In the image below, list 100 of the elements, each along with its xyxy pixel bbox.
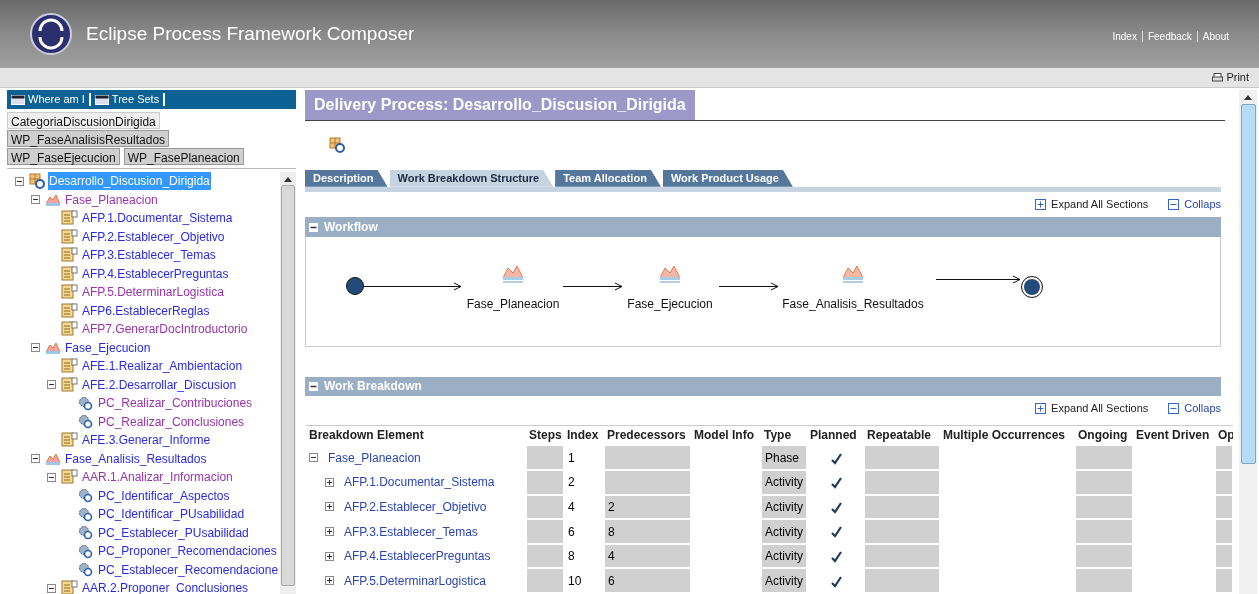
tree-item[interactable]: PC_Establecer_PUsabilidad <box>97 523 250 542</box>
tree-item[interactable]: AAR.2.Proponer_Conclusiones <box>81 579 250 594</box>
table-cell: Phase <box>765 450 800 465</box>
tree-item[interactable]: Fase_Analisis_Resultados <box>64 449 208 468</box>
column-header: Index <box>564 425 604 446</box>
phase-label: Fase_Planeacion <box>466 295 560 313</box>
tree-set-button[interactable]: WP_FasePlaneacion <box>123 148 244 165</box>
collapse-all-link[interactable]: Collaps <box>1168 196 1221 213</box>
tree-item[interactable]: PC_Proponer_Recomendaciones <box>97 542 278 561</box>
collapse-icon[interactable] <box>47 583 56 593</box>
collapse-icon[interactable] <box>31 454 40 464</box>
collapse-icon[interactable] <box>47 380 56 390</box>
arrow <box>563 281 623 291</box>
collapse-icon[interactable] <box>47 472 56 482</box>
expand-icon <box>1035 199 1047 211</box>
tree-item[interactable]: AFP.3.Establecer_Temas <box>81 246 217 265</box>
gear-icon <box>77 395 94 411</box>
column-header: Event Driven <box>1133 425 1215 446</box>
expand-icon[interactable] <box>325 477 334 487</box>
phase-icon <box>45 340 61 355</box>
tab[interactable]: Team Allocation <box>555 169 661 187</box>
expand-icon[interactable] <box>325 551 334 561</box>
tree-item[interactable]: AFE.2.Desarrollar_Discusion <box>81 375 238 394</box>
tree-item[interactable]: AFP7.GenerarDocIntroductorio <box>81 320 249 339</box>
activity-icon <box>61 358 78 375</box>
gear-icon <box>77 562 94 578</box>
table-cell: Activity <box>765 475 803 490</box>
collapse-icon <box>1168 199 1180 211</box>
activity-icon <box>61 376 78 393</box>
phase-label: Fase_Analisis_Resultados <box>782 295 924 313</box>
column-header: Model Info <box>691 425 761 446</box>
tree-item[interactable]: PC_Realizar_Conclusiones <box>97 412 246 431</box>
print-button[interactable]: Print <box>1212 69 1249 86</box>
activity-icon <box>61 469 78 486</box>
expand-icon[interactable] <box>325 527 334 536</box>
expand-icon <box>1035 403 1047 415</box>
nav-tab[interactable]: Where am I <box>11 91 85 108</box>
nav-tab[interactable]: Tree Sets <box>94 91 160 108</box>
activity-icon <box>61 432 78 449</box>
phase-label: Fase_Ejecucion <box>627 295 713 313</box>
tree-set-button[interactable]: CategoriaDiscusionDirigida <box>7 112 160 129</box>
table-cell: 2 <box>568 475 575 490</box>
table-cell: 8 <box>608 524 615 539</box>
collapse-icon[interactable] <box>309 453 318 463</box>
table-cell: 8 <box>568 549 575 564</box>
expand-all-link[interactable]: Expand All Sections <box>1035 400 1149 417</box>
table-cell: Activity <box>765 549 803 564</box>
collapse-icon[interactable] <box>309 222 318 232</box>
collapse-icon[interactable] <box>309 381 318 391</box>
expand-all-link[interactable]: Expand All Sections <box>1035 196 1149 213</box>
scroll-up-icon[interactable] <box>284 177 292 182</box>
end-node <box>1021 275 1043 298</box>
arrow <box>719 281 779 291</box>
scrollbar[interactable] <box>280 172 296 594</box>
tree-item[interactable]: PC_Realizar_Contribuciones <box>97 394 254 413</box>
column-header: Planned <box>807 425 864 446</box>
collapse-all-link[interactable]: Collaps <box>1168 400 1221 417</box>
tree-item[interactable]: PC_Identificar_PUsabilidad <box>97 505 246 524</box>
column-header: Multiple Occurrences <box>940 425 1075 446</box>
tree-item[interactable]: AAR.1.Analizar_Informacion <box>81 468 234 487</box>
table-cell: 4 <box>568 499 575 514</box>
printer-icon <box>1212 72 1224 83</box>
column-header: Predecessors <box>604 425 691 446</box>
tree-item[interactable]: Fase_Ejecucion <box>64 338 152 357</box>
scroll-up-icon[interactable] <box>1244 95 1252 100</box>
activity-icon <box>61 265 78 282</box>
tree-item[interactable]: AFP.5.DeterminarLogistica <box>81 283 225 302</box>
gear-icon <box>77 525 94 541</box>
tree-item[interactable]: AFP.4.EstablecerPreguntas <box>81 264 230 283</box>
tree-item[interactable]: PC_Identificar_Aspectos <box>97 486 231 505</box>
collapse-icon[interactable] <box>31 343 40 353</box>
gear-icon <box>77 488 94 504</box>
column-header: Type <box>761 425 807 446</box>
phase-icon <box>45 451 61 466</box>
tree-item[interactable]: PC_Establecer_Recomendacione <box>97 560 280 579</box>
scrollbar[interactable] <box>1239 90 1257 594</box>
column-header: Repeatable <box>864 425 940 446</box>
tree-item[interactable]: AFP.2.Establecer_Objetivo <box>81 227 226 246</box>
tab[interactable]: Work Product Usage <box>662 169 793 187</box>
tree-item[interactable]: AFP.1.Documentar_Sistema <box>81 209 234 228</box>
process-icon <box>29 173 45 190</box>
table-cell: 6 <box>608 573 615 588</box>
tree-item[interactable]: AFE.1.Realizar_Ambientacion <box>81 357 244 376</box>
gear-icon <box>77 506 94 522</box>
activity-icon <box>61 210 78 227</box>
tree-item[interactable]: AFP6.EstablecerReglas <box>81 301 211 320</box>
activity-icon <box>61 284 78 301</box>
tree-set-button[interactable]: WP_FaseAnalisisResultados <box>7 130 170 147</box>
expand-icon[interactable] <box>325 502 334 512</box>
tree-item[interactable]: AFE.3.Generar_Informe <box>81 431 212 450</box>
tree-item[interactable]: Fase_Planeacion <box>64 190 159 209</box>
tab[interactable]: Description <box>305 169 388 187</box>
collapse-icon[interactable] <box>15 176 24 186</box>
expand-icon[interactable] <box>325 576 334 586</box>
tree-set-button[interactable]: WP_FaseEjecucion <box>7 148 120 165</box>
activity-icon <box>61 321 78 338</box>
collapse-icon[interactable] <box>31 195 40 205</box>
logo-icon <box>30 13 72 55</box>
tab[interactable]: Work Breakdown Structure <box>389 169 554 187</box>
table-cell: Activity <box>765 499 803 514</box>
